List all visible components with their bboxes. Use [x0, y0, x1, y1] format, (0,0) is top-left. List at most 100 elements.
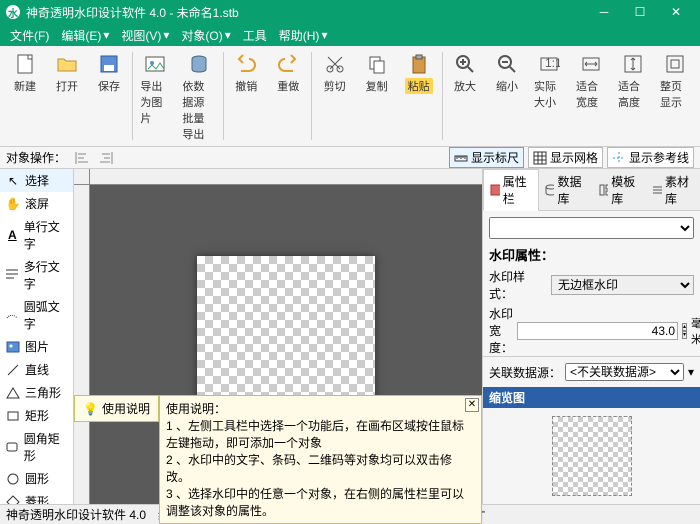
fit-width-button[interactable]: 适合宽度	[570, 48, 612, 144]
paste-icon	[405, 50, 433, 78]
tool-triangle[interactable]: 三角形	[0, 381, 73, 404]
cut-icon	[321, 50, 349, 78]
new-button[interactable]: 新建	[4, 48, 46, 144]
style-select[interactable]: 无边框水印	[551, 275, 694, 295]
tab-templates[interactable]: 模板库	[593, 169, 647, 210]
maximize-button[interactable]: ☐	[622, 0, 658, 24]
width-spinner[interactable]: ▴▾	[682, 323, 687, 339]
tool-line[interactable]: 直线	[0, 358, 73, 381]
align-right-icon[interactable]	[98, 150, 114, 166]
tool-round-rect[interactable]: 圆角矩形	[0, 427, 73, 467]
rect-icon	[5, 408, 21, 424]
tool-multi-text[interactable]: 多行文字	[0, 255, 73, 295]
assoc-select[interactable]: <不关联数据源>	[565, 363, 684, 381]
file-new-icon	[11, 50, 39, 78]
tab-properties[interactable]: 属性栏	[483, 169, 539, 211]
width-label: 水印宽度：	[489, 305, 513, 356]
menu-object[interactable]: 对象(O)▾	[175, 27, 236, 44]
menu-tools[interactable]: 工具	[237, 27, 273, 44]
tool-palette: ↖选择 ✋滚屏 A单行文字 多行文字 圆弧文字 图片 直线 三角形 矩形 圆角矩…	[0, 169, 74, 504]
hint-close-button[interactable]: ✕	[465, 398, 479, 412]
chevron-down-icon: ▾	[225, 28, 231, 42]
menu-file[interactable]: 文件(F)	[4, 27, 55, 44]
round-rect-icon	[5, 439, 20, 455]
menu-help[interactable]: 帮助(H)▾	[273, 27, 334, 44]
ellipse-icon	[5, 471, 21, 487]
zoom-in-icon	[451, 50, 479, 78]
tool-select[interactable]: ↖选择	[0, 169, 73, 192]
fit-page-icon	[661, 50, 689, 78]
redo-button[interactable]: 重做	[267, 48, 309, 144]
tool-ellipse[interactable]: 圆形	[0, 467, 73, 490]
show-grid-toggle[interactable]: 显示网格	[528, 147, 603, 168]
template-icon	[599, 184, 609, 196]
menu-view[interactable]: 视图(V)▾	[115, 27, 175, 44]
database-icon	[545, 184, 555, 196]
cursor-icon: ↖	[5, 173, 21, 189]
paste-button[interactable]: 粘贴	[398, 48, 440, 144]
assoc-label: 关联数据源：	[489, 364, 561, 381]
zoom-in-button[interactable]: 放大	[444, 48, 486, 144]
text-icon: A	[5, 227, 20, 243]
open-button[interactable]: 打开	[46, 48, 88, 144]
fit-height-button[interactable]: 适合高度	[612, 48, 654, 144]
tool-single-text[interactable]: A单行文字	[0, 215, 73, 255]
help-button[interactable]: 💡 使用说明	[74, 395, 159, 422]
tool-scroll[interactable]: ✋滚屏	[0, 192, 73, 215]
triangle-icon	[5, 385, 21, 401]
style-label: 水印样式：	[489, 268, 547, 302]
chevron-down-icon: ▾	[163, 28, 169, 42]
tool-diamond[interactable]: 菱形	[0, 490, 73, 504]
width-input[interactable]	[517, 322, 678, 340]
line-icon	[5, 362, 21, 378]
hint-line-3: 3 、选择水印中的任意一个对象，在右侧的属性栏里可以调整该对象的属性。	[166, 485, 475, 519]
hand-icon: ✋	[5, 196, 21, 212]
undo-icon	[232, 50, 260, 78]
lightbulb-icon: 💡	[83, 402, 98, 416]
menubar: 文件(F) 编辑(E)▾ 视图(V)▾ 对象(O)▾ 工具 帮助(H)▾	[0, 24, 700, 46]
tab-assets[interactable]: 素材库	[646, 169, 700, 210]
tool-arc-text[interactable]: 圆弧文字	[0, 295, 73, 335]
tool-image[interactable]: 图片	[0, 335, 73, 358]
export-image-button[interactable]: 导出为图片	[134, 48, 176, 144]
close-button[interactable]: ✕	[658, 0, 694, 24]
align-left-icon[interactable]	[74, 150, 90, 166]
properties-icon	[490, 184, 500, 196]
hint-title: 使用说明：	[166, 400, 475, 417]
minimize-button[interactable]: ─	[586, 0, 622, 24]
fit-page-button[interactable]: 整页显示	[654, 48, 696, 144]
help-hint-box: 使用说明： 1 、左侧工具栏中选择一个功能后，在画布区域按住鼠标左键拖动，即可添…	[159, 395, 482, 524]
zoom-out-icon	[493, 50, 521, 78]
app-icon: 水	[6, 5, 20, 19]
right-panel: 属性栏 数据库 模板库 素材库 水印属性： 水印样式： 无边框水印 水印宽度： …	[482, 169, 700, 504]
undo-button[interactable]: 撤销	[225, 48, 267, 144]
show-ruler-toggle[interactable]: 显示标尺	[449, 147, 524, 168]
chevron-down-icon: ▾	[321, 28, 327, 42]
window-title: 神奇透明水印设计软件 4.0 - 未命名1.stb	[26, 4, 586, 21]
redo-icon	[274, 50, 302, 78]
copy-icon	[363, 50, 391, 78]
tab-database[interactable]: 数据库	[539, 169, 593, 210]
save-button[interactable]: 保存	[88, 48, 130, 144]
svg-text:1:1: 1:1	[545, 56, 560, 70]
section-title: 水印属性：	[489, 245, 694, 264]
arc-text-icon	[5, 307, 20, 323]
ruler-icon	[454, 151, 468, 165]
ruler-corner	[74, 169, 90, 185]
zoom-out-button[interactable]: 缩小	[486, 48, 528, 144]
show-guide-toggle[interactable]: 显示参考线	[607, 147, 694, 168]
tool-rect[interactable]: 矩形	[0, 404, 73, 427]
export-image-icon	[141, 50, 169, 78]
actual-size-button[interactable]: 1:1实际大小	[528, 48, 570, 144]
hint-line-2: 2 、水印中的文字、条码、二维码等对象均可以双击修改。	[166, 451, 475, 485]
width-unit: 毫米	[691, 315, 700, 347]
hint-line-1: 1 、左侧工具栏中选择一个功能后，在画布区域按住鼠标左键拖动，即可添加一个对象	[166, 417, 475, 451]
batch-export-button[interactable]: 依数据源批量导出	[176, 48, 221, 144]
thumbnail-panel	[483, 408, 700, 504]
object-selector[interactable]	[489, 217, 694, 239]
copy-button[interactable]: 复制	[356, 48, 398, 144]
save-icon	[95, 50, 123, 78]
database-export-icon	[185, 50, 213, 78]
cut-button[interactable]: 剪切	[314, 48, 356, 144]
menu-edit[interactable]: 编辑(E)▾	[55, 27, 115, 44]
